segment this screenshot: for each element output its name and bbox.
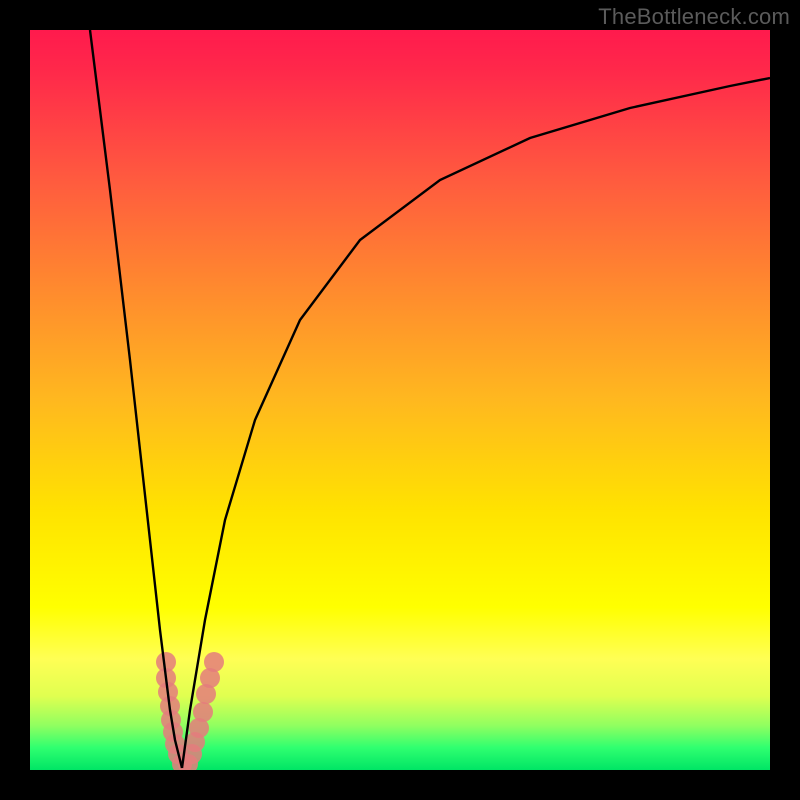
curves-svg (30, 30, 770, 770)
curve-right-branch (182, 78, 770, 768)
watermark-text: TheBottleneck.com (598, 4, 790, 30)
data-marker (204, 652, 224, 672)
plot-area (30, 30, 770, 770)
chart-frame: TheBottleneck.com (0, 0, 800, 800)
data-marker (193, 702, 213, 722)
